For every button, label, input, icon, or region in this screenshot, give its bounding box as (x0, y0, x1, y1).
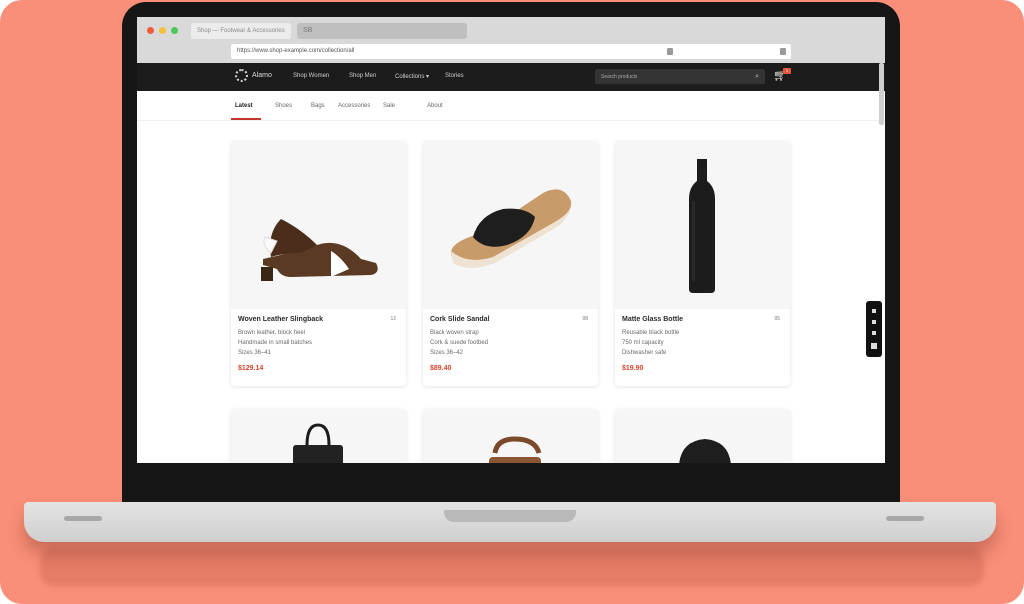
maximize-window-button[interactable] (171, 27, 178, 34)
toolbar-button[interactable] (872, 320, 876, 324)
laptop-notch (444, 510, 576, 522)
laptop-base (24, 502, 996, 542)
product-image[interactable] (615, 141, 790, 309)
nav-link[interactable]: Shop Women (293, 73, 329, 79)
active-tab-indicator (231, 118, 261, 120)
nav-link[interactable]: Stories (445, 73, 464, 79)
handbag-image (293, 423, 343, 463)
browser-tab[interactable]: Shop — Footwear & Accessories (191, 23, 291, 39)
laptop-vent (64, 516, 102, 521)
product-desc-line: Reusable black bottle (622, 330, 680, 336)
brand-name: Alamo (252, 72, 272, 79)
nav-link[interactable]: Shop Men (349, 73, 376, 79)
product-title[interactable]: Matte Glass Bottle (622, 316, 683, 323)
screen: Shop — Footwear & Accessories SB https:/… (137, 17, 885, 463)
toolbar-button[interactable] (871, 343, 877, 349)
tab-bags[interactable]: Bags (311, 103, 325, 109)
laptop-shadow (40, 548, 984, 586)
product-title[interactable]: Woven Leather Slingback (238, 316, 323, 323)
slingback-shoe-image (261, 219, 378, 281)
product-desc-line: Black woven strap (430, 330, 479, 336)
search-placeholder: Search products (601, 74, 638, 80)
product-card[interactable]: Woven Leather Slingback 12 Brown leather… (231, 141, 406, 386)
cart-count-badge: 1 (783, 68, 791, 74)
toolbar-button[interactable] (872, 331, 876, 335)
product-price: $89.40 (430, 365, 452, 372)
nav-link[interactable]: Collections ▾ (395, 73, 429, 80)
logo-icon (235, 69, 248, 82)
product-card[interactable] (423, 409, 598, 463)
product-image[interactable] (615, 409, 790, 463)
floating-toolbar (866, 301, 882, 357)
tab-about[interactable]: About (427, 103, 443, 109)
product-card[interactable] (231, 409, 406, 463)
product-price: $129.14 (238, 365, 264, 372)
product-desc-line: Sizes 36–42 (430, 350, 464, 356)
brand-logo[interactable]: Alamo (235, 69, 272, 82)
brown-bag-image (489, 436, 542, 463)
toolbar-button[interactable] (872, 309, 876, 313)
product-count: 08 (582, 316, 588, 322)
site-header: Alamo Shop Women Shop Men Collections ▾ … (137, 63, 885, 91)
product-desc-line: Cork & suede footbed (430, 340, 489, 346)
product-title[interactable]: Cork Slide Sandal (430, 316, 490, 323)
address-bar[interactable]: https://www.shop-example.com/collection/… (231, 44, 791, 59)
browser-tab-2[interactable]: SB (297, 23, 467, 39)
tab-shoes[interactable]: Shoes (275, 103, 292, 109)
scrollbar[interactable] (879, 63, 884, 125)
product-card[interactable] (615, 409, 790, 463)
product-card[interactable]: Cork Slide Sandal 08 Black woven strap C… (423, 141, 598, 386)
search-icon[interactable]: ⌕ (755, 73, 759, 81)
product-image[interactable] (231, 141, 406, 309)
close-window-button[interactable] (147, 27, 154, 34)
minimize-window-button[interactable] (159, 27, 166, 34)
product-desc-line: 750 ml capacity (622, 340, 664, 346)
laptop-vent (886, 516, 924, 521)
product-count: 05 (774, 316, 780, 322)
extension-icon[interactable] (780, 48, 786, 55)
product-desc-line: Sizes 36–41 (238, 350, 272, 356)
browser-chrome: Shop — Footwear & Accessories SB https:/… (137, 17, 885, 63)
search-input[interactable]: Search products ⌕ (595, 69, 765, 84)
black-bag-image (679, 439, 731, 463)
product-price: $19.90 (622, 365, 644, 372)
product-image[interactable] (423, 409, 598, 463)
product-desc-line: Dishwasher safe (622, 350, 667, 356)
tab-latest[interactable]: Latest (235, 103, 253, 109)
product-desc-line: Brown leather, block heel (238, 330, 306, 336)
black-bottle-image (689, 159, 715, 293)
cork-sandal-image (451, 189, 572, 268)
product-image[interactable] (231, 409, 406, 463)
product-image[interactable] (423, 141, 598, 309)
window-controls (147, 27, 178, 34)
tab-sale[interactable]: Sale (383, 103, 395, 109)
category-tabs: Latest Shoes Bags Accessories Sale About (137, 91, 885, 121)
bookmark-icon[interactable] (667, 48, 673, 55)
product-count: 12 (390, 316, 396, 322)
tab-accessories[interactable]: Accessories (338, 103, 370, 109)
product-desc-line: Handmade in small batches (238, 340, 313, 346)
product-card[interactable]: Matte Glass Bottle 05 Reusable black bot… (615, 141, 790, 386)
